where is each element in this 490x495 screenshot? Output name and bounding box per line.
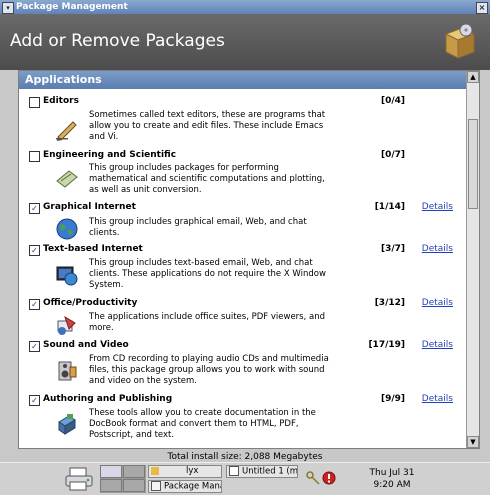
group-name: Sound and Video <box>43 340 129 350</box>
window-title: Package Management <box>16 2 128 12</box>
checkbox[interactable]: ✓ <box>29 203 40 214</box>
slide-rule-icon <box>56 170 78 188</box>
checkbox[interactable] <box>29 97 40 108</box>
workspace-1[interactable] <box>100 465 122 478</box>
group-name: Engineering and Scientific <box>43 150 177 160</box>
group-name: Office/Productivity <box>43 298 138 308</box>
workspace-4[interactable] <box>123 479 145 492</box>
checkbox[interactable]: ✓ <box>29 341 40 352</box>
group-name: Graphical Internet <box>43 202 136 212</box>
workspace-2[interactable] <box>123 465 145 478</box>
group-count: [1/14] <box>374 202 405 212</box>
details-link[interactable]: Details <box>422 394 453 404</box>
group-count: [0/4] <box>380 96 405 106</box>
task-untitled[interactable]: Untitled 1 (modi <box>226 465 298 478</box>
task-lyx[interactable]: lyx <box>148 465 222 478</box>
task-label: Untitled 1 (modi <box>242 466 298 477</box>
group-count: [0/7] <box>380 150 405 160</box>
office-tools-icon <box>57 315 76 335</box>
window-titlebar[interactable]: ▾ Package Management × <box>0 0 490 14</box>
group-description: Sometimes called text editors, these are… <box>89 110 326 142</box>
group-name: Text-based Internet <box>43 244 143 254</box>
group-description: This group includes text-based email, We… <box>89 258 326 290</box>
close-button[interactable]: × <box>476 2 488 14</box>
alert-icon[interactable] <box>322 471 336 485</box>
key-icon[interactable] <box>306 471 320 485</box>
workspace-pager[interactable] <box>100 465 146 493</box>
group-name: Editors <box>43 96 79 106</box>
scroll-up-arrow-icon[interactable]: ▲ <box>467 71 479 83</box>
checkbox[interactable]: ✓ <box>29 299 40 310</box>
group-description: This group includes graphical email, Web… <box>89 217 307 238</box>
printer-icon[interactable] <box>64 466 94 492</box>
workspace-3[interactable] <box>100 479 122 492</box>
group-description: The applications include office suites, … <box>89 312 326 333</box>
checkbox[interactable] <box>29 151 40 162</box>
header-banner: Add or Remove Packages <box>0 14 490 70</box>
folder-icon <box>151 466 159 475</box>
task-package-manager[interactable]: Package Manag <box>148 480 222 493</box>
details-link[interactable]: Details <box>422 298 453 308</box>
group-count: [3/12] <box>374 298 405 308</box>
window-icon <box>151 481 161 491</box>
clock-time: 9:20 AM <box>373 480 411 490</box>
globe-icon <box>56 218 78 240</box>
task-label: lyx <box>186 466 199 476</box>
details-link[interactable]: Details <box>422 202 453 212</box>
install-size-label: Total install size: 2,088 Megabytes <box>167 452 323 462</box>
group-count: [9/9] <box>380 394 405 404</box>
group-description: These tools allow you to create document… <box>89 408 316 440</box>
checkbox[interactable]: ✓ <box>29 395 40 406</box>
terminal-globe-icon <box>56 266 78 286</box>
taskbar: lyx Untitled 1 (modi Package Manag Thu J… <box>0 462 490 495</box>
details-link[interactable]: Details <box>422 244 453 254</box>
vertical-scrollbar[interactable]: ▲ ▼ <box>466 71 479 448</box>
group-count: [3/7] <box>380 244 405 254</box>
scroll-down-arrow-icon[interactable]: ▼ <box>467 436 479 448</box>
window-menu-button[interactable]: ▾ <box>2 2 14 14</box>
package-box-icon <box>444 23 476 59</box>
clock[interactable]: Thu Jul 31 9:20 AM <box>362 467 422 491</box>
task-label: Package Manag <box>164 481 221 492</box>
group-count: [17/19] <box>368 340 405 350</box>
details-link[interactable]: Details <box>422 340 453 350</box>
scroll-thumb[interactable] <box>468 119 478 209</box>
clock-date: Thu Jul 31 <box>369 468 415 478</box>
speaker-icon <box>58 361 77 381</box>
group-description: This group includes packages for perform… <box>89 163 325 195</box>
section-header: Applications <box>19 71 467 89</box>
checkbox[interactable]: ✓ <box>29 245 40 256</box>
group-description: From CD recording to playing audio CDs a… <box>89 354 329 386</box>
book-icon <box>58 414 76 435</box>
pen-editor-icon <box>56 121 77 141</box>
document-icon <box>229 466 239 476</box>
page-title: Add or Remove Packages <box>10 31 225 51</box>
group-name: Authoring and Publishing <box>43 394 173 404</box>
package-group-list[interactable]: Applications Editors [0/4] Sometimes cal… <box>18 70 480 449</box>
